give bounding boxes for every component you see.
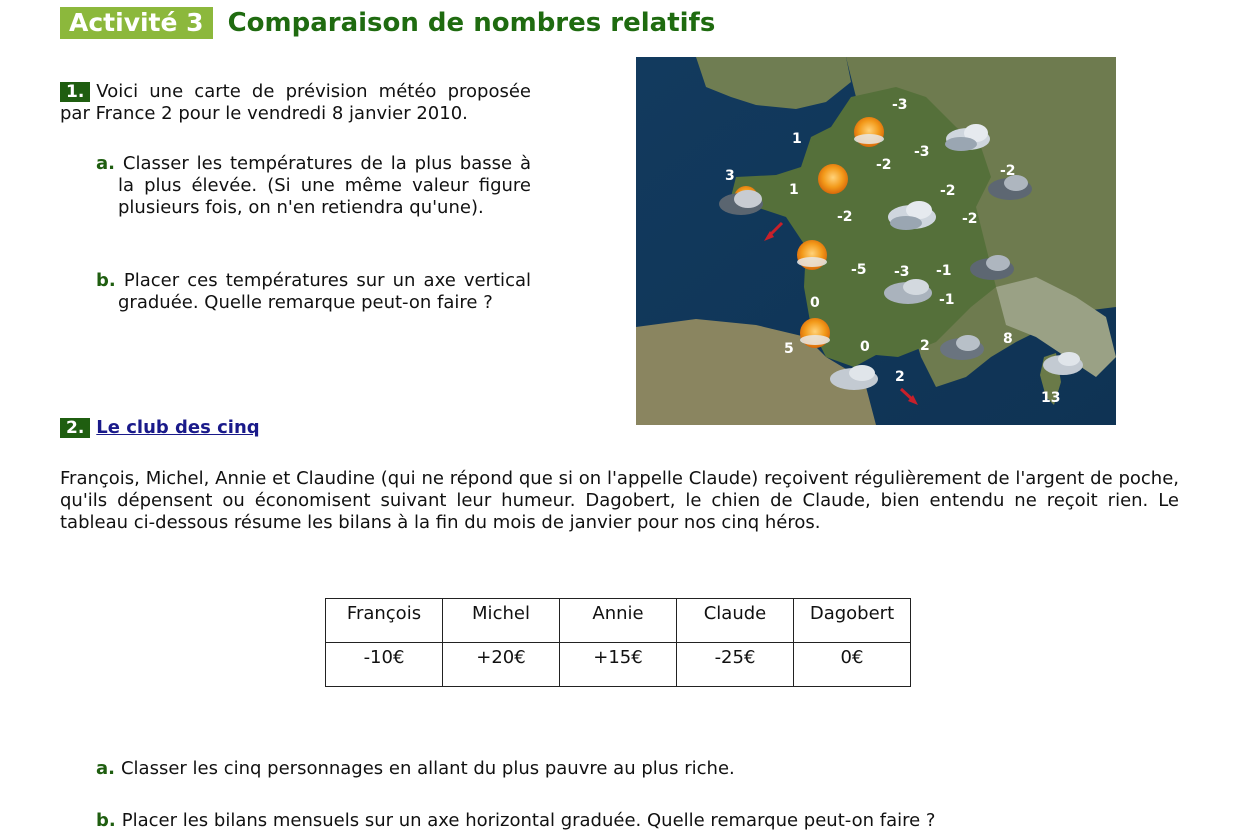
table-header-cell: Claude (676, 598, 794, 643)
temperature-label: 13 (1041, 390, 1060, 406)
question-2b: b. Placer les bilans mensuels sur un axe … (96, 810, 935, 832)
table-header-cell: Michel (442, 598, 560, 643)
question-2a-text: Classer les cinq personnages en allant d… (120, 758, 735, 779)
sun-cloud-icon (797, 240, 827, 270)
temperature-label: -2 (1000, 163, 1016, 179)
temperature-label: -3 (894, 264, 910, 280)
temperature-label: 0 (810, 295, 820, 311)
temperature-label: -2 (940, 183, 956, 199)
sun-cloud-icon (800, 318, 830, 348)
question-1a: a. Classer les températures de la plus b… (96, 153, 531, 219)
part2-paragraph: François, Michel, Annie et Claudine (qui… (60, 468, 1179, 533)
part2-title-link[interactable]: Le club des cinq (96, 417, 259, 438)
question-2a: a. Classer les cinq personnages en allant… (96, 758, 735, 780)
part1-number: 1. (60, 82, 91, 102)
temperature-label: -5 (851, 262, 867, 278)
temperature-label: 5 (784, 341, 794, 357)
table-cell: -10€ (325, 642, 443, 687)
table-cell: -25€ (676, 642, 794, 687)
temperature-label: 0 (860, 339, 870, 355)
table-header-row: François Michel Annie Claude Dagobert (325, 598, 911, 643)
table-header-cell: Dagobert (793, 598, 911, 643)
table-cell: +20€ (442, 642, 560, 687)
question-1b: b. Placer ces températures sur un axe ve… (96, 270, 531, 314)
question-1a-letter: a. (96, 153, 115, 174)
bilan-table: François Michel Annie Claude Dagobert -1… (325, 598, 911, 687)
table-header-cell: François (325, 598, 443, 643)
temperature-label: 3 (725, 168, 735, 184)
temperature-label: 2 (895, 369, 905, 385)
temperature-label: -1 (936, 263, 952, 279)
part2-heading: 2. Le club des cinq (60, 417, 260, 439)
temperature-label: -3 (892, 97, 908, 113)
weather-map: -3 1 -3 -2 3 1 -2 -2 -2 -2 -5 -3 -1 0 -1… (636, 57, 1116, 425)
question-1b-text: Placer ces températures sur un axe verti… (118, 270, 531, 313)
question-1b-letter: b. (96, 270, 116, 291)
temperature-label: 1 (792, 131, 802, 147)
activity-header: Activité 3 Comparaison de nombres relati… (60, 7, 715, 39)
table-header-cell: Annie (559, 598, 677, 643)
table-cell: 0€ (793, 642, 911, 687)
sun-cloud-icon (854, 117, 884, 147)
temperature-label: -3 (914, 144, 930, 160)
activity-title: Comparaison de nombres relatifs (227, 8, 716, 38)
part1-intro-text: Voici une carte de prévision météo propo… (60, 81, 531, 124)
question-2b-text: Placer les bilans mensuels sur un axe ho… (121, 810, 936, 831)
question-1a-text: Classer les températures de la plus bass… (118, 153, 531, 218)
sun-icon (818, 164, 848, 194)
part1-intro: 1. Voici une carte de prévision météo pro… (60, 81, 531, 125)
temperature-label: -2 (876, 157, 892, 173)
question-2b-letter: b. (96, 810, 116, 831)
temperature-label: -2 (962, 211, 978, 227)
temperature-label: 1 (789, 182, 799, 198)
temperature-label: -1 (939, 292, 955, 308)
temperature-label: 2 (920, 338, 930, 354)
temperature-label: -2 (837, 209, 853, 225)
part2-number: 2. (60, 418, 91, 438)
temperature-label: 8 (1003, 331, 1013, 347)
activity-badge: Activité 3 (60, 7, 213, 39)
question-2a-letter: a. (96, 758, 115, 779)
table-row: -10€ +20€ +15€ -25€ 0€ (325, 642, 911, 687)
table-cell: +15€ (559, 642, 677, 687)
